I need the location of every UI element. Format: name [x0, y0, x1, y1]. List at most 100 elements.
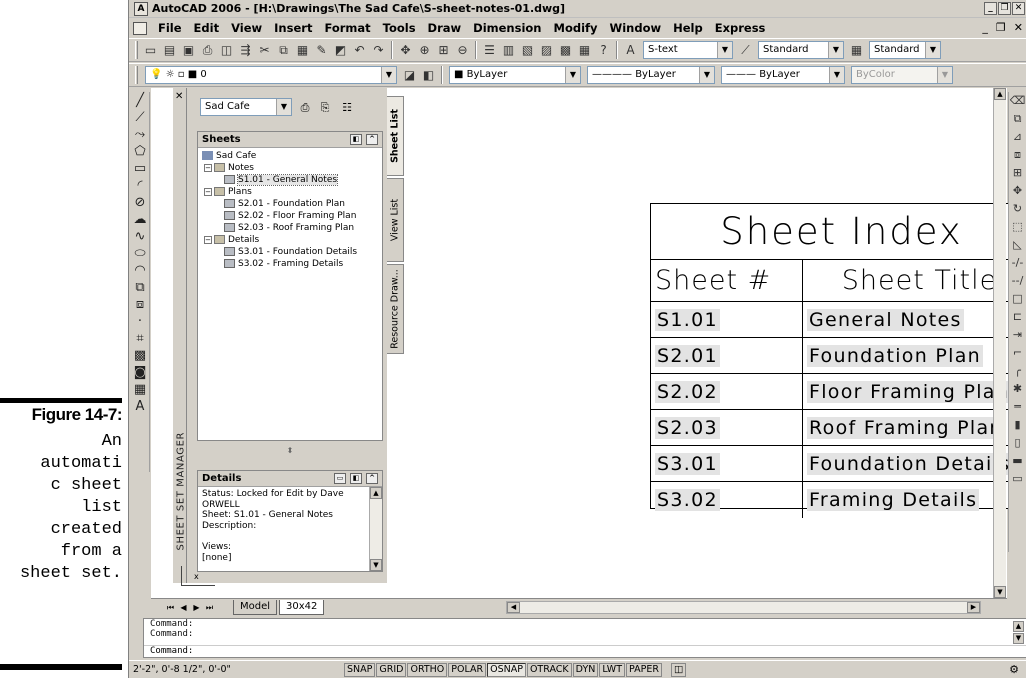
communication-center-icon[interactable]: ⚙	[1009, 663, 1019, 676]
tool-palettes-icon[interactable]: ▧	[519, 42, 536, 59]
array-icon[interactable]: ⊞	[1009, 164, 1026, 182]
chevron-down-icon[interactable]: ▼	[565, 67, 580, 83]
menu-dimension[interactable]: Dimension	[467, 21, 547, 35]
menu-format[interactable]: Format	[318, 21, 376, 35]
help-icon[interactable]: ?	[595, 42, 612, 59]
tree-item-subset-details[interactable]: − Details	[200, 234, 382, 246]
previous-tab-icon[interactable]: ◀	[178, 602, 189, 613]
insert-block-icon[interactable]: ⧉	[132, 279, 148, 296]
otrack-toggle[interactable]: OTRACK	[526, 662, 572, 677]
erase-icon[interactable]: ⌫	[1009, 92, 1026, 110]
tab-layout-30x42[interactable]: 30x42	[279, 600, 325, 615]
tree-item-sheet-s101[interactable]: S1.01 - General Notes	[200, 174, 382, 186]
multiline-text-icon[interactable]: A	[132, 398, 148, 415]
cut-icon[interactable]: ✂	[256, 42, 273, 59]
collapse-icon[interactable]: ^	[366, 473, 378, 484]
point-icon[interactable]: ·	[132, 313, 148, 330]
palette-close-icon[interactable]: ✕	[175, 91, 183, 102]
menu-window[interactable]: Window	[604, 21, 668, 35]
tab-model[interactable]: Model	[233, 600, 278, 615]
break-icon[interactable]: ⊏	[1009, 308, 1026, 326]
scale-icon[interactable]: ⬚	[1009, 218, 1026, 236]
collapse-icon[interactable]: ^	[366, 134, 378, 145]
doc-minimize-icon[interactable]: _	[982, 21, 988, 34]
undo-icon[interactable]: ↶	[351, 42, 368, 59]
menu-tools[interactable]: Tools	[377, 21, 422, 35]
revision-cloud-icon[interactable]: ☁	[132, 211, 148, 228]
zoom-previous-icon[interactable]: ⊖	[454, 42, 471, 59]
polar-toggle[interactable]: POLAR	[448, 662, 487, 677]
toolbar-grip[interactable]	[135, 41, 138, 59]
details-toggle-icon[interactable]: ▭	[334, 473, 346, 484]
scroll-right-icon[interactable]: ▶	[967, 602, 980, 613]
maximize-viewport-icon[interactable]: ◫	[670, 662, 686, 677]
properties-icon[interactable]: ☰	[481, 42, 498, 59]
grid-toggle[interactable]: GRID	[376, 662, 407, 677]
tree-item-sheet-s202[interactable]: S2.02 - Floor Framing Plan	[200, 210, 382, 222]
arc-icon[interactable]: ◜	[132, 177, 148, 194]
ortho-toggle[interactable]: ORTHO	[407, 662, 448, 677]
region-icon[interactable]: ◙	[132, 364, 148, 381]
close-icon[interactable]: ✕	[1012, 2, 1025, 15]
rectangle-icon[interactable]: ▭	[132, 160, 148, 177]
scroll-down-icon[interactable]: ▼	[1013, 633, 1024, 644]
chevron-down-icon[interactable]: ▼	[381, 67, 396, 83]
snap-toggle[interactable]: SNAP	[344, 662, 376, 677]
next-tab-icon[interactable]: ▶	[191, 602, 202, 613]
tree-item-sheet-set[interactable]: Sad Cafe	[200, 150, 382, 162]
menu-edit[interactable]: Edit	[188, 21, 226, 35]
chevron-down-icon[interactable]: ▼	[925, 42, 940, 58]
tree-item-sheet-s203[interactable]: S2.03 - Roof Framing Plan	[200, 222, 382, 234]
drawing-canvas[interactable]: ✕ SHEET SET MANAGER Sad Cafe ▼ ⎙ ⎘ ☷ She…	[151, 88, 1026, 598]
tab-sheet-list[interactable]: Sheet List	[387, 96, 404, 176]
restore-icon[interactable]: ❐	[998, 2, 1011, 15]
draw-order-above-icon[interactable]: ▬	[1009, 452, 1026, 470]
color-select[interactable]: ■ ByLayer ▼	[449, 66, 581, 84]
quickcalc-icon[interactable]: ▦	[576, 42, 593, 59]
extend-icon[interactable]: --/	[1009, 272, 1026, 290]
scroll-left-icon[interactable]: ◀	[507, 602, 520, 613]
autocad-app-icon[interactable]: A	[134, 1, 148, 16]
draw-order-below-icon[interactable]: ▭	[1009, 470, 1026, 488]
preview-toggle-icon[interactable]: ◧	[350, 134, 362, 145]
coordinate-readout[interactable]: 2'-2", 0'-8 1/2", 0'-0"	[129, 664, 344, 675]
explode-icon[interactable]: ✱	[1009, 380, 1026, 398]
zoom-realtime-icon[interactable]: ⊕	[416, 42, 433, 59]
trim-icon[interactable]: -/-	[1009, 254, 1026, 272]
menu-file[interactable]: File	[152, 21, 188, 35]
title-bar[interactable]: A AutoCAD 2006 - [H:\Drawings\The Sad Ca…	[129, 0, 1026, 18]
plot-preview-icon[interactable]: ◫	[218, 42, 235, 59]
canvas-vertical-scrollbar[interactable]: ▲ ▼	[993, 88, 1006, 598]
details-scrollbar[interactable]: ▲ ▼	[369, 487, 382, 571]
chamfer-icon[interactable]: ⌐	[1009, 344, 1026, 362]
dyn-toggle[interactable]: DYN	[572, 662, 599, 677]
first-tab-icon[interactable]: ⏮	[165, 602, 176, 613]
markup-set-manager-icon[interactable]: ▩	[557, 42, 574, 59]
last-tab-icon[interactable]: ⏭	[204, 602, 215, 613]
stretch-icon[interactable]: ◺	[1009, 236, 1026, 254]
scroll-up-icon[interactable]: ▲	[1013, 621, 1024, 632]
linetype-select[interactable]: ———— ByLayer ▼	[587, 66, 715, 84]
match-properties-icon[interactable]: ✎	[313, 42, 330, 59]
polyline-icon[interactable]: ⤳	[132, 126, 148, 143]
scroll-down-icon[interactable]: ▼	[370, 559, 382, 571]
hatch-icon[interactable]: ⌗	[132, 330, 148, 347]
offset-icon[interactable]: ⧈	[1009, 146, 1026, 164]
design-center-icon[interactable]: ▥	[500, 42, 517, 59]
palette-title-bar[interactable]: ✕ SHEET SET MANAGER	[173, 88, 187, 583]
publish-icon[interactable]: ⎙	[297, 100, 313, 116]
sheet-index-table[interactable]: Sheet Index Sheet # Sheet Title S1.01 Ge…	[650, 203, 1026, 518]
chevron-down-icon[interactable]: ▼	[276, 99, 291, 115]
osnap-toggle[interactable]: OSNAP	[487, 662, 526, 677]
doc-restore-icon[interactable]: ❐	[996, 21, 1006, 34]
zoom-window-icon[interactable]: ⊞	[435, 42, 452, 59]
collapse-toggle-icon[interactable]: −	[204, 163, 212, 172]
polygon-icon[interactable]: ⬠	[132, 143, 148, 160]
tree-item-sheet-s201[interactable]: S2.01 - Foundation Plan	[200, 198, 382, 210]
plot-icon[interactable]: ⎙	[199, 42, 216, 59]
publish-dropdown-icon[interactable]: ⎘	[317, 100, 333, 116]
rotate-icon[interactable]: ↻	[1009, 200, 1026, 218]
tab-resource-drawings[interactable]: Resource Draw...	[387, 264, 404, 354]
break-at-point-icon[interactable]: □	[1009, 290, 1026, 308]
chevron-down-icon[interactable]: ▼	[828, 42, 843, 58]
